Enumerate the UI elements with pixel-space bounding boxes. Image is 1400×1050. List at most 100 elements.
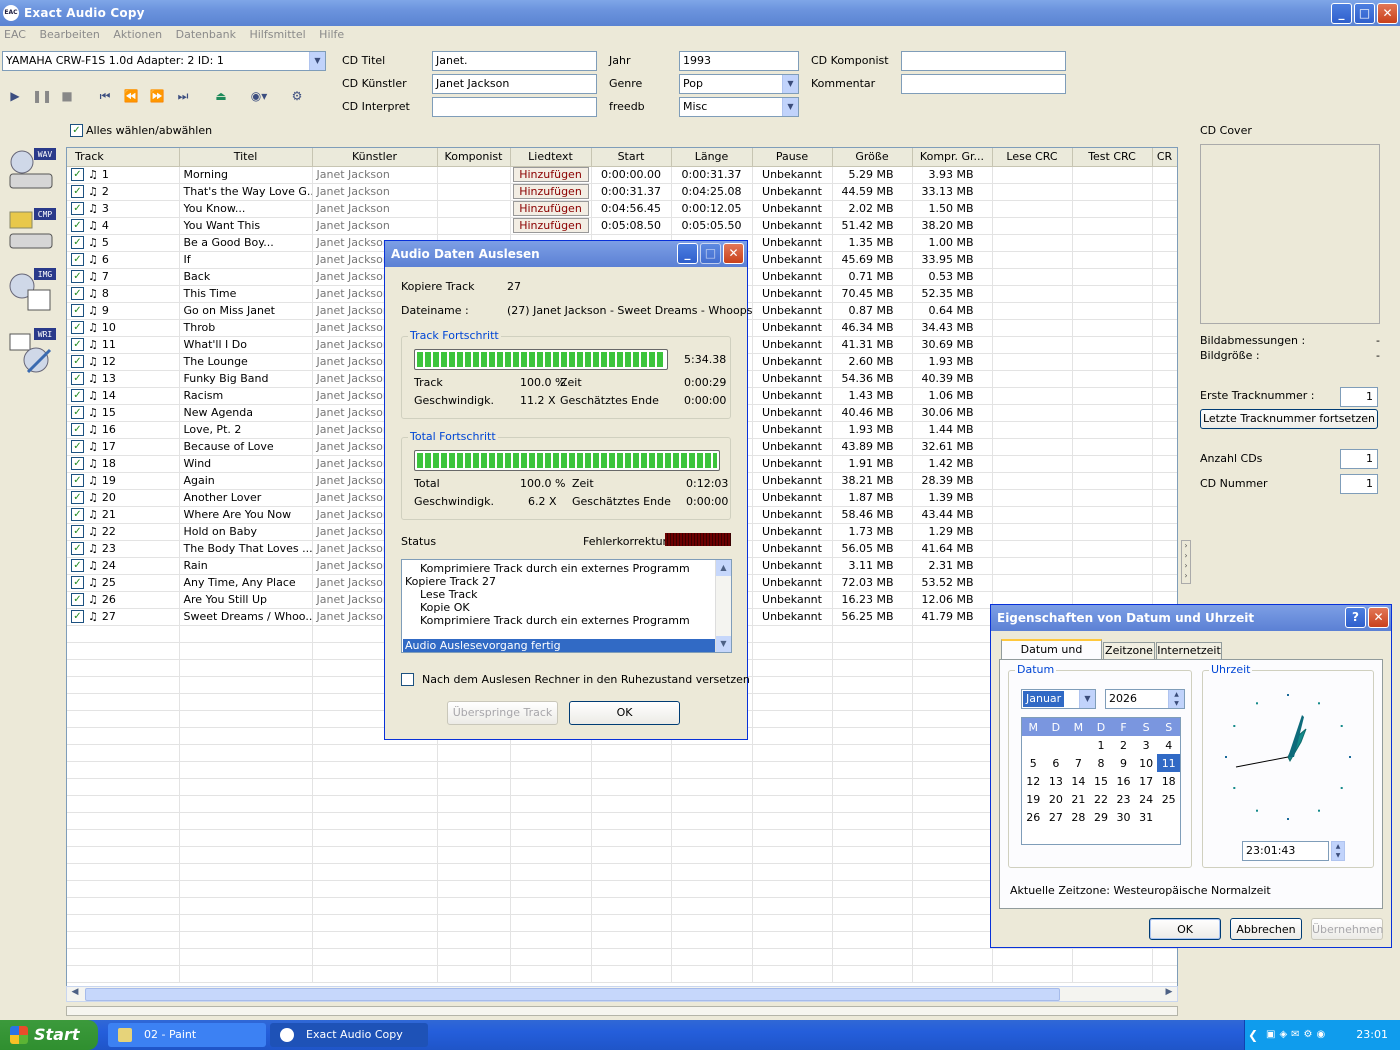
help-button[interactable]: ?: [1345, 607, 1366, 628]
calendar-day[interactable]: 30: [1112, 808, 1135, 826]
column-header[interactable]: Test CRC: [1072, 148, 1153, 167]
track-artist[interactable]: Janet Jackson: [317, 355, 390, 368]
track-title[interactable]: Be a Good Boy...: [184, 236, 274, 249]
calendar-day[interactable]: 10: [1135, 754, 1158, 772]
close-button[interactable]: ✕: [1368, 607, 1389, 628]
tab-datum-und-uhrzeit[interactable]: Datum und Uhrzeit: [1001, 639, 1102, 673]
close-button[interactable]: ✕: [1377, 3, 1398, 24]
calendar-day[interactable]: 20: [1045, 790, 1068, 808]
scroll-right-icon[interactable]: ▶: [1162, 987, 1176, 1001]
cd-interpret-input[interactable]: [432, 97, 597, 117]
track-title[interactable]: Again: [184, 474, 215, 487]
track-title[interactable]: Go on Miss Janet: [184, 304, 276, 317]
track-title[interactable]: What'll I Do: [184, 338, 247, 351]
menu-aktionen[interactable]: Aktionen: [113, 28, 162, 41]
track-checkbox[interactable]: ✓: [71, 423, 84, 437]
calendar-day[interactable]: 29: [1090, 808, 1113, 826]
track-checkbox[interactable]: ✓: [71, 168, 84, 182]
track-checkbox[interactable]: ✓: [71, 185, 84, 199]
track-artist[interactable]: Janet Jackson: [317, 542, 390, 555]
eject-icon[interactable]: ⏏: [212, 87, 230, 105]
drive-options-icon[interactable]: ⚙: [288, 87, 306, 105]
track-artist[interactable]: Janet Jackson: [317, 508, 390, 521]
scroll-up-icon[interactable]: ▲: [716, 560, 731, 576]
last-track-icon[interactable]: ⏭: [174, 87, 192, 105]
spinner-arrows-icon[interactable]: ▲ ▼: [1168, 690, 1184, 708]
drive-select[interactable]: YAMAHA CRW-F1S 1.0d Adapter: 2 ID: 1 ▼: [2, 51, 326, 71]
track-title[interactable]: Another Lover: [184, 491, 262, 504]
lyric-add-button[interactable]: Hinzufügen: [512, 184, 589, 199]
column-header[interactable]: Künstler: [312, 148, 438, 167]
select-all-checkbox[interactable]: ✓: [70, 124, 83, 137]
track-checkbox[interactable]: ✓: [71, 355, 84, 369]
track-title[interactable]: Back: [184, 270, 211, 283]
track-title[interactable]: Racism: [184, 389, 224, 402]
horizontal-scrollbar[interactable]: ◀ ▶: [66, 986, 1178, 1002]
track-artist[interactable]: Janet Jackson: [317, 525, 390, 538]
track-artist[interactable]: Janet Jackson: [317, 474, 390, 487]
calendar-day[interactable]: 31: [1135, 808, 1158, 826]
track-checkbox[interactable]: ✓: [71, 202, 84, 216]
scroll-left-icon[interactable]: ◀: [68, 987, 82, 1001]
track-artist[interactable]: Janet Jackson: [317, 491, 390, 504]
kommentar-input[interactable]: [901, 74, 1066, 94]
jahr-input[interactable]: 1993: [679, 51, 799, 71]
track-checkbox[interactable]: ✓: [71, 491, 84, 505]
track-artist[interactable]: Janet Jackson: [317, 321, 390, 334]
log-line-selected[interactable]: Audio Auslesevorgang fertig: [403, 639, 715, 652]
calendar-day[interactable]: 25: [1157, 790, 1180, 808]
cd-nummer-input[interactable]: 1: [1340, 474, 1378, 494]
chevron-down-icon[interactable]: ▼: [1079, 690, 1095, 708]
rewind-icon[interactable]: ⏪: [122, 87, 140, 105]
track-title[interactable]: Love, Pt. 2: [184, 423, 242, 436]
cmp-button[interactable]: CMP: [6, 208, 56, 263]
track-checkbox[interactable]: ✓: [71, 542, 84, 556]
column-header[interactable]: Lese CRC: [992, 148, 1073, 167]
track-checkbox[interactable]: ✓: [71, 610, 84, 624]
track-checkbox[interactable]: ✓: [71, 576, 84, 590]
track-title[interactable]: Wind: [184, 457, 212, 470]
track-checkbox[interactable]: ✓: [71, 593, 84, 607]
track-artist[interactable]: Janet Jackson: [317, 185, 390, 198]
track-checkbox[interactable]: ✓: [71, 440, 84, 454]
freedb-select[interactable]: Misc ▼: [679, 97, 799, 117]
track-artist[interactable]: Janet Jackson: [317, 593, 390, 606]
maximize-button[interactable]: □: [1354, 3, 1375, 24]
track-checkbox[interactable]: ✓: [71, 287, 84, 301]
calendar-day[interactable]: 28: [1067, 808, 1090, 826]
erste-tracknummer-input[interactable]: 1: [1340, 387, 1378, 407]
calendar-day[interactable]: 7: [1067, 754, 1090, 772]
track-checkbox[interactable]: ✓: [71, 253, 84, 267]
track-artist[interactable]: Janet Jackson: [317, 372, 390, 385]
column-header[interactable]: Kompr. Gr...: [912, 148, 993, 167]
calendar-day[interactable]: 27: [1045, 808, 1068, 826]
track-title[interactable]: This Time: [184, 287, 237, 300]
calendar-day[interactable]: 26: [1022, 808, 1045, 826]
track-checkbox[interactable]: ✓: [71, 389, 84, 403]
track-title[interactable]: Where Are You Now: [184, 508, 292, 521]
calendar[interactable]: MDMDFSS 1 2 3 4 5 6 7 8 9 10 11 12 13 14 15 16 17 18 19 20 2…: [1021, 717, 1181, 845]
track-artist[interactable]: Janet Jackson: [317, 168, 390, 181]
lyric-add-button[interactable]: Hinzufügen: [512, 167, 589, 182]
track-checkbox[interactable]: ✓: [71, 321, 84, 335]
column-header[interactable]: Start: [591, 148, 672, 167]
track-artist[interactable]: Janet Jackson: [317, 253, 390, 266]
track-artist[interactable]: Janet Jackson: [317, 406, 390, 419]
menu-hilfe[interactable]: Hilfe: [319, 28, 344, 41]
column-header[interactable]: Größe: [832, 148, 913, 167]
wav-button[interactable]: WAV: [6, 148, 56, 203]
menu-datenbank[interactable]: Datenbank: [176, 28, 236, 41]
lyric-add-button[interactable]: Hinzufügen: [512, 201, 589, 216]
scrollbar-thumb[interactable]: [85, 988, 1060, 1001]
year-spinner[interactable]: 2026 ▲ ▼: [1105, 689, 1185, 709]
status-log[interactable]: Komprimiere Track durch ein externes Pro…: [401, 559, 732, 653]
wri-button[interactable]: WRI: [6, 328, 56, 383]
calendar-day[interactable]: 23: [1112, 790, 1135, 808]
stop-icon[interactable]: ■: [58, 87, 76, 105]
cancel-button[interactable]: Abbrechen: [1230, 918, 1302, 940]
track-artist[interactable]: Janet Jackson: [317, 576, 390, 589]
calendar-day[interactable]: 22: [1090, 790, 1113, 808]
track-checkbox[interactable]: ✓: [71, 338, 84, 352]
track-title[interactable]: Hold on Baby: [184, 525, 258, 538]
calendar-day[interactable]: 24: [1135, 790, 1158, 808]
